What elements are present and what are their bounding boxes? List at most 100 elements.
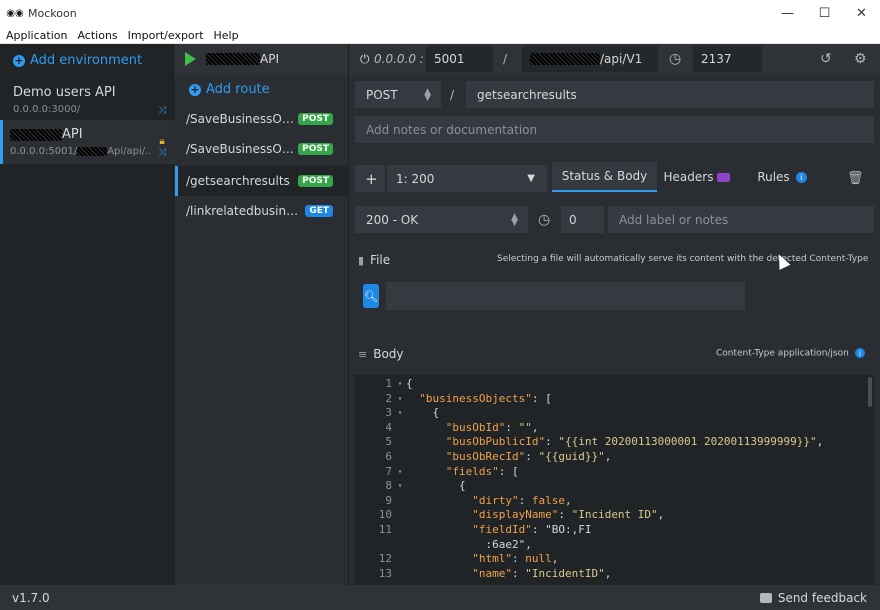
minimize-button[interactable]: — [769,0,806,27]
response-select[interactable]: 1: 200 ▼ [387,165,547,192]
info-icon: i [795,171,807,183]
code-line: 12 "html": null, [354,552,874,567]
headers-count-badge [717,172,731,182]
gear-icon[interactable]: ⚙ [854,46,867,72]
fold-toggle-icon[interactable]: ▾ [394,406,406,421]
redacted-text [530,53,600,65]
route-path-input[interactable]: getsearchresults [466,81,874,108]
line-number: 10 [378,508,392,522]
code-line: 8 ▾ { [354,479,874,494]
app-version: v1.7.0 [12,590,50,605]
environment-settings-bar: ⏻ 0.0.0.0 : 5001 / /api/V1 ◷ 2137 ↺ ⚙ [350,44,880,74]
lock-icon: 🔒︎ [159,136,165,147]
fold-toggle-icon [394,421,406,436]
environment-item-demo[interactable]: Demo users API 0.0.0.0:3000/ ⤨ [0,78,174,122]
close-button[interactable]: ✕ [843,0,880,27]
code-text: { [406,479,466,493]
fold-toggle-icon [394,494,406,509]
fold-toggle-icon[interactable]: ▾ [394,377,406,392]
window-title: Mockoon [28,7,77,20]
hostname-input[interactable]: 0.0.0.0 : [374,46,424,72]
line-number: 12 [378,552,392,566]
line-number: 9 [385,493,392,507]
menu-import-export[interactable]: Import/export [128,29,204,42]
route-path: /getsearchresults [186,174,290,188]
environment-title: API [260,52,279,66]
status-code-select[interactable]: 200 - OK ▲ ▼ [355,206,528,233]
fold-toggle-icon[interactable]: ▾ [394,465,406,480]
plus-circle-icon: + [189,83,201,96]
environment-address-suffix: Api/api/... [107,146,150,157]
environment-name: Demo users API [13,85,116,100]
method-badge: POST [298,175,333,187]
tab-rules[interactable]: Rules i [747,162,817,192]
shuffle-icon: ⤨ [158,105,166,116]
route-item[interactable]: /SaveBusinessObj... POST [175,134,349,164]
add-environment-button[interactable]: + Add environment [13,53,142,68]
editor-scrollbar[interactable] [868,377,872,407]
line-number: 8 [385,479,392,493]
fold-toggle-icon [394,450,406,465]
file-path-input[interactable] [386,282,745,310]
environment-address: 0.0.0.0:5001/ [10,146,78,157]
code-text: "busObRecId": "{{guid}}", [445,449,612,463]
code-line: 4 "busObId": "", [354,421,874,436]
fold-toggle-icon [394,552,406,567]
redacted-text [206,53,260,65]
tab-headers[interactable]: Headers [657,162,737,192]
latency-input[interactable]: 2137 [693,46,762,72]
fold-toggle-icon[interactable]: ▾ [394,392,406,407]
api-prefix-input[interactable]: /api/V1 [522,46,658,72]
trash-icon[interactable]: 🗑︎ [847,165,864,192]
code-text: "busObPublicId": "{{int 20200113000001 2… [445,435,824,449]
code-text: "fields": [ [445,464,519,478]
tab-status-body[interactable]: Status & Body [552,162,657,192]
code-text: "name": "IncidentID", [472,566,612,580]
file-help-text: Selecting a file will automatically serv… [497,254,869,264]
chat-icon [759,592,772,603]
code-text: { [406,377,413,390]
clock-icon: ◷ [538,211,551,228]
environment-item-api[interactable]: API 0.0.0.0:5001/Api/api/... 🔒︎ ⤨ [0,120,174,164]
route-item[interactable]: /linkrelatedbusine... GET [175,196,349,226]
line-number: 4 [385,420,392,434]
route-item[interactable]: /SaveBusinessObj... POST [175,104,349,134]
environments-sidebar: + Add environment Demo users API 0.0.0.0… [0,44,174,585]
code-line: 6 "busObRecId": "{{guid}}", [354,450,874,465]
fold-toggle-icon[interactable]: ▾ [394,479,406,494]
code-text: :6ae2", [406,537,532,551]
response-delay-input[interactable]: 0 [561,206,604,233]
routes-header: API [175,44,348,74]
method-badge: POST [298,143,333,155]
body-code-editor[interactable]: 1 ▾{2 ▾ "businessObjects": [3 ▾ {4 "busObId… [354,375,874,585]
send-feedback-button[interactable]: Send feedback [759,591,867,605]
method-badge: POST [298,113,333,125]
menu-application[interactable]: Application [6,29,67,42]
line-number: 1 [385,377,392,390]
select-arrows-icon: ▲ ▼ [424,86,431,103]
menu-help[interactable]: Help [214,29,239,42]
history-icon[interactable]: ↺ [820,46,832,72]
code-text: "businessObjects": [ [419,391,552,405]
response-label-input[interactable]: Add label or notes [608,206,874,233]
clock-icon: ◷ [669,51,682,67]
port-input[interactable]: 5001 [426,46,493,72]
add-route-button[interactable]: + Add route [189,82,270,97]
maximize-button[interactable]: ☐ [806,0,843,27]
method-badge: GET [305,205,333,217]
line-number: 7 [385,464,392,478]
fold-toggle-icon [394,538,406,553]
lines-icon: ≡ [358,347,368,361]
file-browse-icon[interactable]: 🔍︎ [363,284,379,308]
fold-toggle-icon [394,435,406,450]
routes-panel: API + Add route /SaveBusinessObj... POST… [175,44,349,585]
code-text: "fieldId": "BO:,FI [472,522,592,536]
route-item-active[interactable]: /getsearchresults POST [175,166,349,196]
menu-actions[interactable]: Actions [77,29,117,42]
play-icon[interactable] [185,52,196,66]
line-number [354,538,394,553]
line-number: 5 [385,435,392,449]
route-notes-input[interactable]: Add notes or documentation [355,116,874,143]
add-response-button[interactable]: + [355,165,385,192]
method-select[interactable]: POST ▲ ▼ [355,81,441,108]
